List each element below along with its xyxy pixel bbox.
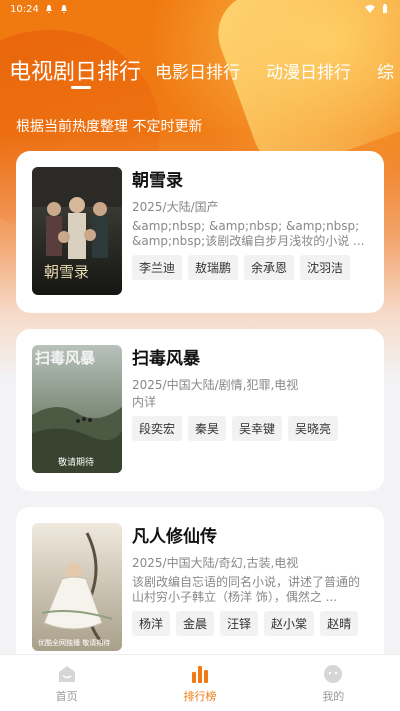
- cast-tag[interactable]: 杨洋: [132, 611, 171, 636]
- cast-tag[interactable]: 吴晓亮: [288, 416, 339, 441]
- item-meta: 2025/中国大陆/剧情,犯罪,电视: [132, 378, 299, 392]
- cast-tag[interactable]: 吴幸键: [232, 416, 283, 441]
- nav-label: 我的: [322, 689, 345, 703]
- nav-label: 首页: [55, 689, 78, 703]
- item-title: 朝雪录: [132, 171, 183, 191]
- home-icon: [58, 665, 75, 682]
- cast-tag[interactable]: 余承恩: [244, 255, 295, 280]
- cast-tag[interactable]: 汪铎: [220, 611, 259, 636]
- ranking-chart-icon: [191, 665, 208, 683]
- poster-image: 优酷全网独播 敬请期待: [32, 523, 122, 651]
- status-time: 10:24: [10, 3, 39, 15]
- battery-icon: [383, 4, 387, 13]
- cast-tag[interactable]: 金晨: [176, 611, 215, 636]
- item-title: 扫毒风暴: [132, 349, 200, 369]
- poster-image: 朝雪录: [32, 167, 122, 295]
- wifi-icon: [365, 5, 375, 13]
- poster-image: 扫毒风暴 敬请期待: [32, 345, 122, 473]
- poster-text: 敬请期待: [58, 456, 94, 468]
- cast-tag[interactable]: 沈羽洁: [300, 255, 351, 280]
- active-tab-indicator: [71, 86, 91, 89]
- poster-title-text: 扫毒风暴: [35, 349, 96, 367]
- list-item[interactable]: 扫毒风暴 敬请期待 扫毒风暴 2025/中国大陆/剧情,犯罪,电视 内详 段奕宏…: [16, 329, 384, 491]
- cast-tag[interactable]: 赵晴: [320, 611, 359, 636]
- profile-icon: [324, 664, 343, 683]
- nav-label: 排行榜: [183, 689, 217, 703]
- status-bar: 10:24: [0, 0, 400, 18]
- tab-movie-daily[interactable]: 电影日排行: [155, 58, 240, 83]
- cast-tags: 杨洋 金晨 汪铎 赵小棠 赵晴: [132, 611, 368, 636]
- tab-anime-daily[interactable]: 动漫日排行: [266, 58, 351, 83]
- item-meta: 2025/大陆/国产: [132, 200, 219, 214]
- cast-tag[interactable]: 秦昊: [188, 416, 227, 441]
- cast-tag[interactable]: 段奕宏: [132, 416, 183, 441]
- nav-profile[interactable]: 我的: [267, 655, 400, 711]
- poster-text: 优酷全网独播 敬请期待: [38, 638, 110, 647]
- ranking-subtitle: 根据当前热度整理 不定时更新: [16, 119, 203, 135]
- ranking-tabs: 电视剧日排行 电影日排行 动漫日排行 综: [0, 48, 400, 92]
- cast-tags: 李兰迪 敖瑞鹏 余承恩 沈羽洁: [132, 255, 368, 280]
- list-item[interactable]: 优酷全网独播 敬请期待 凡人修仙传 2025/中国大陆/奇幻,古装,电视 该剧改…: [16, 507, 384, 669]
- cast-tag[interactable]: 敖瑞鹏: [188, 255, 239, 280]
- cast-tag[interactable]: 李兰迪: [132, 255, 183, 280]
- item-title: 凡人修仙传: [132, 527, 217, 547]
- nav-ranking[interactable]: 排行榜: [133, 655, 266, 711]
- notification-icon: [45, 5, 52, 14]
- list-item[interactable]: 朝雪录 朝雪录 2025/大陆/国产 &amp;nbsp; &amp;nbsp;…: [16, 151, 384, 313]
- item-meta: 2025/中国大陆/奇幻,古装,电视: [132, 556, 299, 570]
- cast-tags: 段奕宏 秦昊 吴幸键 吴晓亮: [132, 416, 368, 441]
- item-description: 该剧改编自忘语的同名小说，讲述了普通的山村穷小子韩立（杨洋 饰），偶然之 ...: [132, 575, 361, 604]
- item-description: &amp;nbsp; &amp;nbsp; &amp;nbsp; &amp;nb…: [132, 219, 365, 248]
- tab-tv-daily[interactable]: 电视剧日排行: [9, 54, 141, 86]
- item-description: 内详: [132, 395, 157, 409]
- nav-home[interactable]: 首页: [0, 655, 133, 711]
- poster-title-text: 朝雪录: [44, 263, 89, 281]
- bottom-navigation: 首页 排行榜 我的: [0, 654, 400, 711]
- tab-variety-daily[interactable]: 综: [377, 58, 394, 83]
- cast-tag[interactable]: 赵小棠: [264, 611, 315, 636]
- notification-icon: [60, 5, 67, 14]
